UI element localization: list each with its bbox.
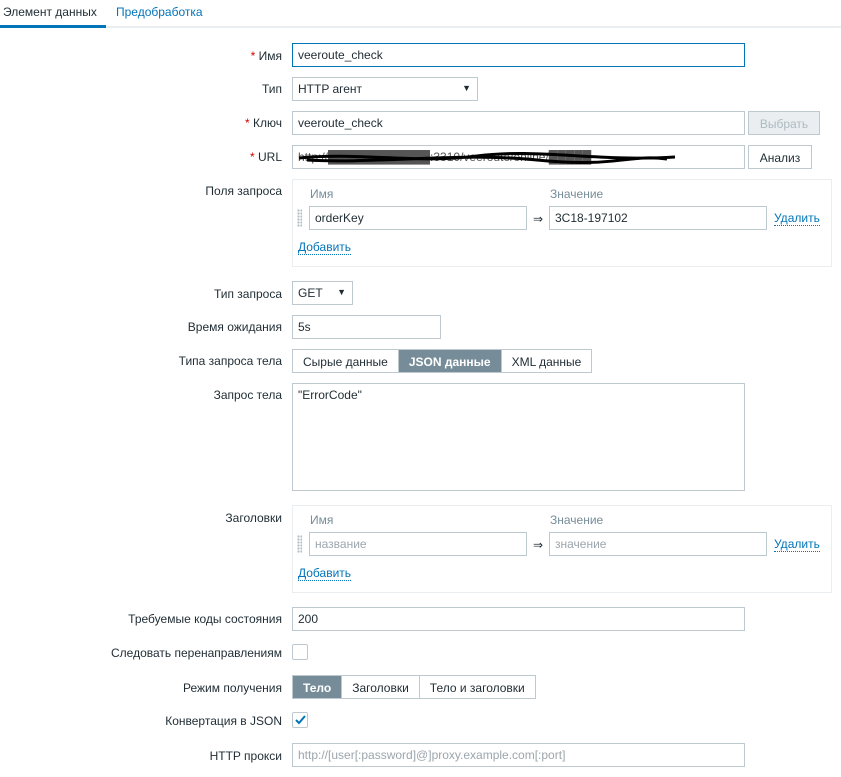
label-text: Имя [258, 49, 282, 63]
query-fields-label: Поля запроса [205, 184, 282, 198]
headers-label: Заголовки [225, 511, 282, 525]
request-type-select[interactable]: GET [292, 281, 353, 305]
header-value-input[interactable]: значение [549, 532, 767, 556]
follow-redirects-checkbox[interactable] [292, 644, 308, 660]
checkmark-icon [295, 715, 306, 725]
type-label: Тип [261, 82, 282, 96]
drag-handle-icon[interactable] [297, 209, 302, 227]
body-type-raw[interactable]: Сырые данные [293, 350, 399, 372]
arrow-icon: ⇒ [533, 212, 544, 226]
tab-bar: Элемент данных Предобработка [0, 0, 841, 28]
retrieve-mode-headers[interactable]: Заголовки [342, 676, 420, 698]
body-type-json[interactable]: JSON данные [398, 350, 502, 372]
retrieve-mode-segmented: Тело Заголовки Тело и заголовки [292, 675, 536, 699]
headers-table: Имя Значение название ⇒ значение Удалить… [292, 505, 832, 593]
required-mark: * [250, 49, 256, 63]
add-link[interactable]: Добавить [298, 567, 352, 581]
retrieve-mode-both[interactable]: Тело и заголовки [420, 676, 535, 698]
request-type-value: GET [298, 286, 323, 300]
type-value: HTTP агент [298, 82, 363, 96]
query-value-input[interactable]: 3C18-197102 [549, 206, 767, 230]
remove-link[interactable]: Удалить [774, 212, 820, 226]
body-type-xml[interactable]: XML данные [502, 350, 592, 372]
col-name: Имя [310, 187, 334, 201]
col-value: Значение [550, 513, 604, 527]
drag-handle-icon[interactable] [297, 535, 302, 553]
query-name-input[interactable]: orderKey [309, 206, 527, 230]
http-proxy-label: HTTP прокси [209, 749, 282, 763]
url-input[interactable]: http://████████████:3310/veeroute/online… [292, 145, 745, 169]
retrieve-mode-label: Режим получения [183, 681, 282, 695]
add-link[interactable]: Добавить [298, 241, 352, 255]
http-proxy-input[interactable]: http://[user[:password]@]proxy.example.c… [292, 743, 745, 767]
url-label: * URL [250, 150, 282, 164]
follow-redirects-label: Следовать перенаправлениям [110, 646, 282, 660]
key-input[interactable]: veeroute_check [292, 111, 745, 135]
type-select[interactable]: HTTP агент [292, 77, 478, 101]
timeout-input[interactable]: 5s [292, 315, 441, 339]
query-fields-table: Имя Значение orderKey ⇒ 3C18-197102 Удал… [292, 179, 832, 267]
header-name-input[interactable]: название [309, 532, 527, 556]
label-text: Ключ [253, 116, 282, 130]
key-label: * Ключ [245, 116, 282, 130]
remove-link[interactable]: Удалить [774, 538, 820, 552]
body-textarea[interactable]: "ErrorCode" [292, 383, 745, 491]
col-value: Значение [550, 187, 604, 201]
convert-json-checkbox[interactable] [292, 712, 308, 728]
arrow-icon: ⇒ [533, 538, 544, 552]
body-type-segmented: Сырые данные JSON данные XML данные [292, 349, 593, 373]
request-type-label: Тип запроса [213, 287, 282, 301]
timeout-label: Время ожидания [187, 320, 282, 334]
required-mark: * [245, 116, 250, 130]
select-button[interactable]: Выбрать [748, 111, 820, 135]
convert-json-label: Конвертация в JSON [165, 714, 282, 728]
parse-button[interactable]: Анализ [748, 145, 812, 169]
tab-item[interactable]: Элемент данных [0, 5, 106, 28]
status-codes-label: Требуемые коды состояния [128, 612, 282, 626]
retrieve-mode-body[interactable]: Тело [293, 676, 343, 698]
label-text: URL [257, 150, 282, 164]
status-codes-input[interactable]: 200 [292, 607, 745, 631]
required-mark: * [249, 150, 255, 164]
name-label: * Имя [251, 49, 282, 63]
redaction-scribble [298, 152, 676, 165]
name-input[interactable]: veeroute_check [292, 43, 745, 67]
body-type-label: Типа запроса тела [178, 354, 282, 368]
col-name: Имя [310, 513, 334, 527]
tab-preprocessing[interactable]: Предобработка [116, 5, 203, 19]
body-label: Запрос тела [213, 388, 282, 402]
